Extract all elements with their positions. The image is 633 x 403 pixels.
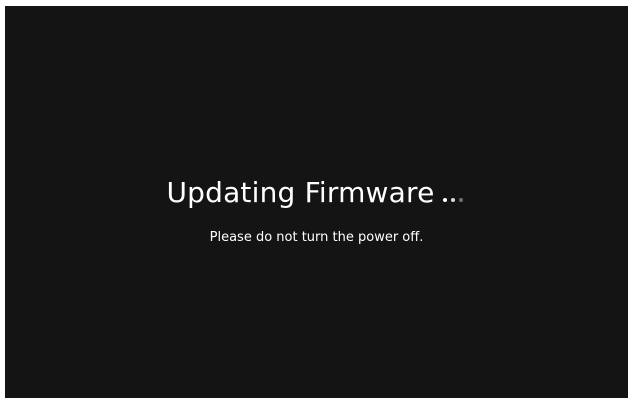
firmware-update-screen: Updating Firmware Please do not turn the… xyxy=(5,6,628,398)
title-row: Updating Firmware xyxy=(5,176,628,209)
loading-dot xyxy=(442,198,447,202)
loading-dot xyxy=(458,198,463,202)
power-warning-message: Please do not turn the power off. xyxy=(209,230,424,245)
update-title: Updating Firmware xyxy=(166,176,435,209)
loading-dot xyxy=(450,198,455,202)
loading-dots-indicator xyxy=(442,189,467,207)
